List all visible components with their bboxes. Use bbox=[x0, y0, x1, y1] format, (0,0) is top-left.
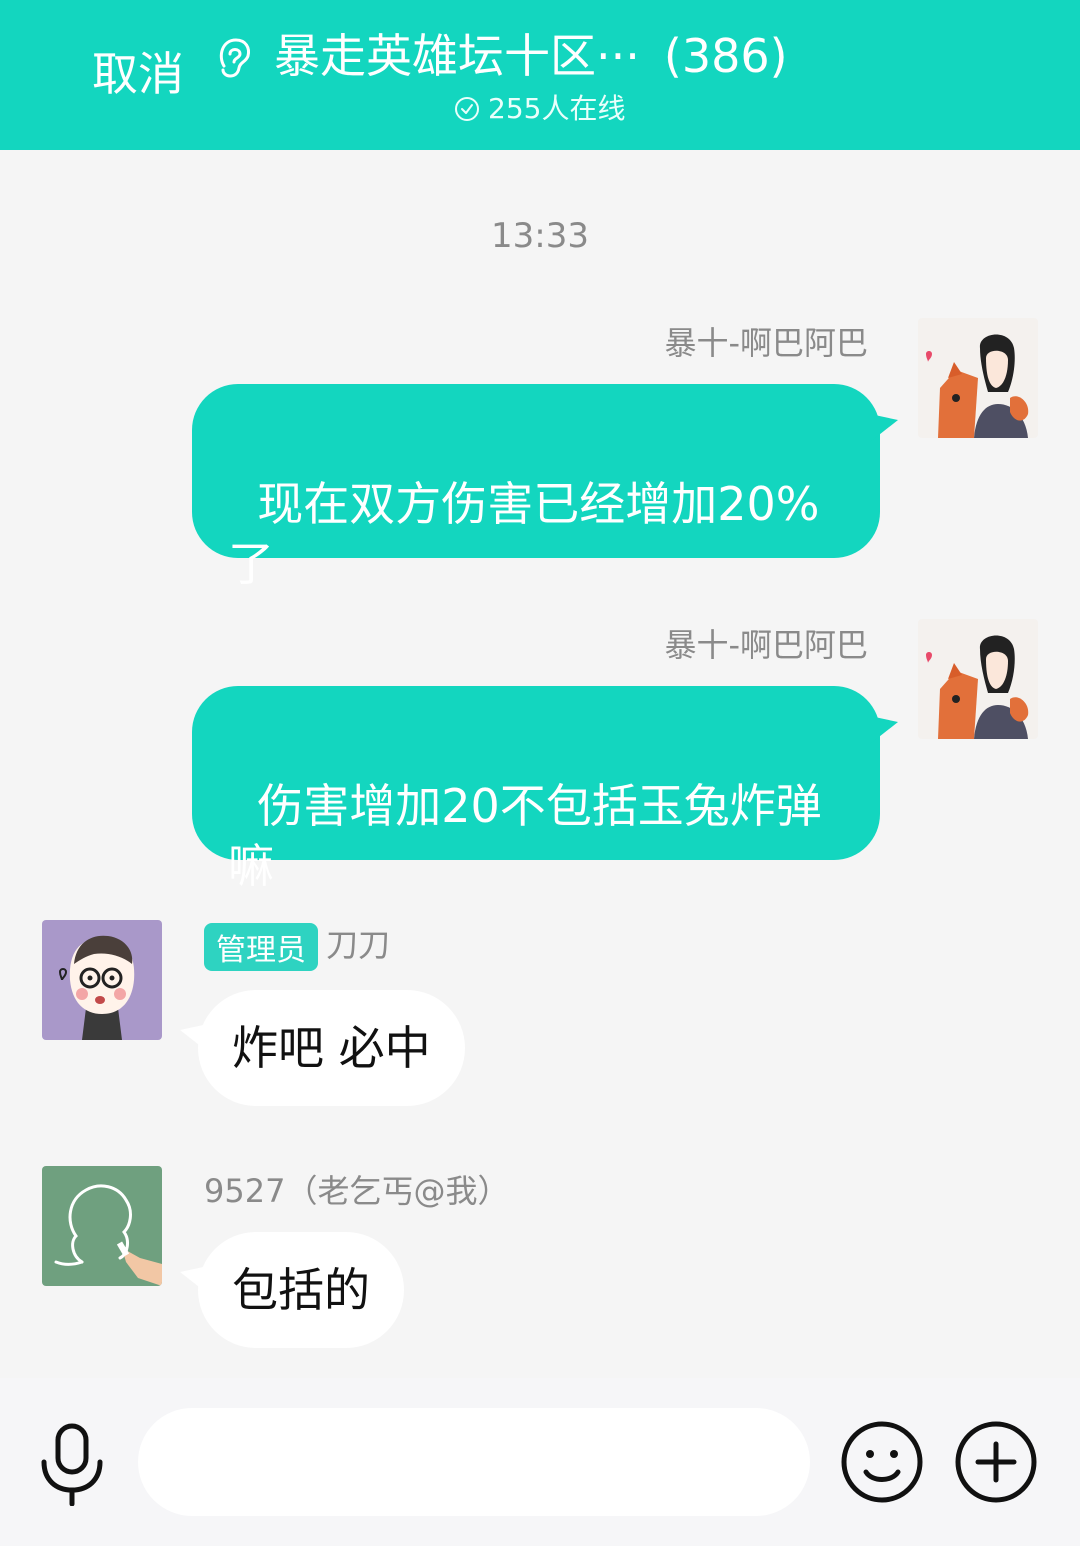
smiley-icon[interactable] bbox=[840, 1420, 924, 1504]
bubble-tail bbox=[870, 414, 898, 442]
online-status: 255人在线 bbox=[454, 92, 625, 126]
message-text: 伤害增加20不包括玉兔炸弹 嘛 bbox=[228, 779, 822, 893]
message-text: 包括的 bbox=[232, 1263, 370, 1317]
group-name: 暴走英雄坛十区··· bbox=[274, 29, 640, 83]
message-bubble[interactable]: 伤害增加20不包括玉兔炸弹 嘛 bbox=[192, 686, 898, 893]
bubble-tail bbox=[180, 1024, 208, 1052]
input-bar bbox=[0, 1378, 1080, 1546]
chat-header: 取消 暴走英雄坛十区··· (386) 255人在线 bbox=[0, 0, 1080, 150]
message-text: 炸吧 必中 bbox=[232, 1021, 431, 1075]
message-bubble[interactable]: 包括的 bbox=[180, 1232, 404, 1348]
message-text: 现在双方伤害已经增加20% 了 bbox=[228, 477, 820, 591]
message-input[interactable] bbox=[138, 1408, 810, 1516]
avatar-chalkboard-icon bbox=[42, 1166, 162, 1286]
message-bubble[interactable]: 炸吧 必中 bbox=[180, 990, 465, 1106]
sender-name: 9527（老乞丐@我） bbox=[204, 1172, 510, 1210]
avatar-cartoon-boy-icon bbox=[42, 920, 162, 1040]
bubble-tail bbox=[180, 1266, 208, 1294]
admin-badge: 管理员 bbox=[204, 923, 318, 971]
message-timestamp: 13:33 bbox=[491, 216, 589, 256]
sender-name: 暴十-啊巴阿巴 bbox=[664, 626, 868, 664]
avatar-fox-boy-icon bbox=[918, 619, 1038, 739]
message-bubble[interactable]: 现在双方伤害已经增加20% 了 bbox=[192, 384, 898, 591]
sender-name: 暴十-啊巴阿巴 bbox=[664, 324, 868, 362]
avatar[interactable] bbox=[42, 920, 162, 1040]
cancel-button[interactable]: 取消 bbox=[92, 44, 184, 104]
check-circle-icon bbox=[455, 97, 479, 121]
avatar[interactable] bbox=[918, 619, 1038, 739]
avatar[interactable] bbox=[918, 318, 1038, 438]
microphone-icon[interactable] bbox=[36, 1422, 108, 1506]
plus-circle-icon[interactable] bbox=[954, 1420, 1038, 1504]
sender-name: 刀刀 bbox=[326, 926, 391, 964]
member-count: (386) bbox=[663, 29, 788, 83]
avatar[interactable] bbox=[42, 1166, 162, 1286]
avatar-fox-boy-icon bbox=[918, 318, 1038, 438]
sender-name-row: 管理员 刀刀 bbox=[204, 920, 390, 971]
online-count-text: 255人在线 bbox=[488, 92, 626, 125]
group-title[interactable]: 暴走英雄坛十区··· (386) bbox=[274, 26, 788, 86]
bubble-tail bbox=[870, 716, 898, 744]
ear-icon[interactable] bbox=[214, 36, 254, 80]
